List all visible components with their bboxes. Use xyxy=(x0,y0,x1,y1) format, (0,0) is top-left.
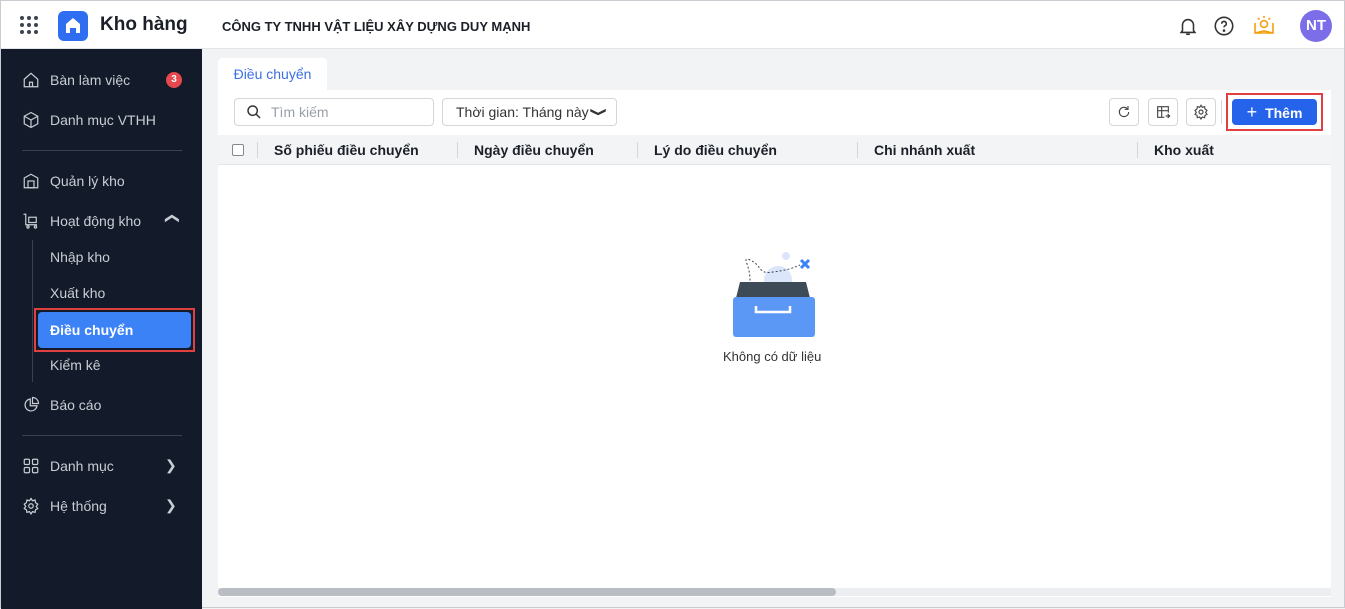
empty-drawer-icon xyxy=(733,252,815,337)
sidebar-item-quan-ly-kho[interactable]: Quản lý kho xyxy=(22,172,125,190)
column-header[interactable]: Lý do điều chuyển xyxy=(654,142,777,158)
column-header[interactable]: Số phiếu điều chuyển xyxy=(274,142,419,158)
tab-dieu-chuyen[interactable]: Điều chuyển xyxy=(218,58,327,91)
user-avatar[interactable]: NT xyxy=(1300,10,1332,42)
select-all-checkbox[interactable] xyxy=(232,144,244,156)
sidebar-item-bao-cao[interactable]: Báo cáo xyxy=(22,396,101,414)
search-icon xyxy=(247,105,261,119)
company-name[interactable]: CÔNG TY TNHH VẬT LIỆU XÂY DỰNG DUY MẠNH xyxy=(222,19,530,34)
sidebar-item-label: Hệ thống xyxy=(50,498,107,514)
chevron-right-icon[interactable]: ❯ xyxy=(165,457,177,474)
warehouse-icon xyxy=(23,173,39,189)
app-title: Kho hàng xyxy=(100,14,188,35)
column-separator xyxy=(637,142,638,158)
guide-bulb-icon[interactable] xyxy=(1252,13,1276,37)
time-filter-label: Thời gian: Tháng này xyxy=(456,104,589,120)
app-grid-icon[interactable] xyxy=(20,16,38,34)
column-header[interactable]: Ngày điều chuyển xyxy=(474,142,594,158)
table-header: Số phiếu điều chuyển Ngày điều chuyển Lý… xyxy=(218,135,1331,165)
notification-badge: 3 xyxy=(166,72,182,88)
add-button-label: Thêm xyxy=(1265,105,1303,121)
sidebar-subitem-nhap-kho[interactable]: Nhập kho xyxy=(50,249,110,265)
box-icon xyxy=(23,111,39,129)
export-button[interactable] xyxy=(1148,98,1178,126)
sidebar-subitem-kiem-ke[interactable]: Kiểm kê xyxy=(50,357,101,373)
settings-button[interactable] xyxy=(1186,98,1216,126)
sidebar-item-label: Bàn làm việc xyxy=(50,72,131,88)
empty-state-text: Không có dữ liệu xyxy=(723,349,822,364)
plus-icon: + xyxy=(1246,102,1258,122)
sidebar-item-label: Quản lý kho xyxy=(50,173,125,189)
highlight-box: Điều chuyển xyxy=(34,308,195,352)
table-export-icon xyxy=(1157,106,1171,119)
divider xyxy=(22,435,182,436)
divider xyxy=(1221,100,1222,124)
pie-chart-icon xyxy=(24,396,40,412)
help-icon[interactable] xyxy=(1213,15,1235,37)
column-separator xyxy=(1137,142,1138,158)
column-separator xyxy=(457,142,458,158)
sidebar-subitem-xuat-kho[interactable]: Xuất kho xyxy=(50,285,105,301)
cart-icon xyxy=(23,213,38,229)
app-logo-icon xyxy=(58,11,88,41)
sidebar-item-label: Danh mục xyxy=(50,458,114,474)
gear-icon xyxy=(1194,104,1208,120)
bell-icon[interactable] xyxy=(1177,15,1199,37)
refresh-button[interactable] xyxy=(1109,98,1139,126)
sidebar-item-label: Hoạt động kho xyxy=(50,213,142,229)
content-panel: Tìm kiếm Thời gian: Tháng này ❯ + Thêm Số… xyxy=(218,90,1331,597)
column-separator xyxy=(257,142,258,158)
scrollbar-thumb[interactable] xyxy=(218,588,836,596)
chevron-right-icon[interactable]: ❯ xyxy=(165,497,177,514)
sidebar-item-hoat-dong-kho[interactable]: Hoạt động kho xyxy=(22,212,141,230)
top-header: Kho hàng CÔNG TY TNHH VẬT LIỆU XÂY DỰNG … xyxy=(1,1,1344,49)
sidebar-subitem-dieu-chuyen[interactable]: Điều chuyển xyxy=(38,312,191,348)
horizontal-scrollbar[interactable] xyxy=(218,588,1331,596)
chevron-up-icon[interactable]: ❯ xyxy=(162,213,179,225)
add-button[interactable]: + Thêm xyxy=(1232,99,1317,125)
column-separator xyxy=(857,142,858,158)
highlight-box: + Thêm xyxy=(1226,93,1323,131)
tree-line xyxy=(32,240,33,382)
search-input[interactable]: Tìm kiếm xyxy=(234,98,434,126)
chevron-down-icon: ❯ xyxy=(589,106,609,118)
time-filter-dropdown[interactable]: Thời gian: Tháng này ❯ xyxy=(442,98,617,126)
home-icon xyxy=(23,72,39,88)
gear-icon xyxy=(23,497,39,515)
column-header[interactable]: Chi nhánh xuất xyxy=(874,142,975,158)
sidebar-item-label: Báo cáo xyxy=(50,397,102,413)
sidebar-item-danh-muc-vthh[interactable]: Danh mục VTHH xyxy=(22,111,156,129)
sidebar-item-danh-muc[interactable]: Danh mục xyxy=(22,457,114,475)
sidebar-item-he-thong[interactable]: Hệ thống xyxy=(22,497,107,515)
column-header[interactable]: Kho xuất xyxy=(1154,142,1214,158)
sidebar-item-label: Danh mục VTHH xyxy=(50,112,156,128)
grid-icon xyxy=(23,458,39,474)
divider xyxy=(22,150,182,151)
sidebar-item-ban-lam-viec[interactable]: Bàn làm việc xyxy=(22,71,130,89)
sidebar: Bàn làm việc 3 Danh mục VTHH Quản lý kho… xyxy=(1,49,202,609)
refresh-icon xyxy=(1118,106,1130,118)
